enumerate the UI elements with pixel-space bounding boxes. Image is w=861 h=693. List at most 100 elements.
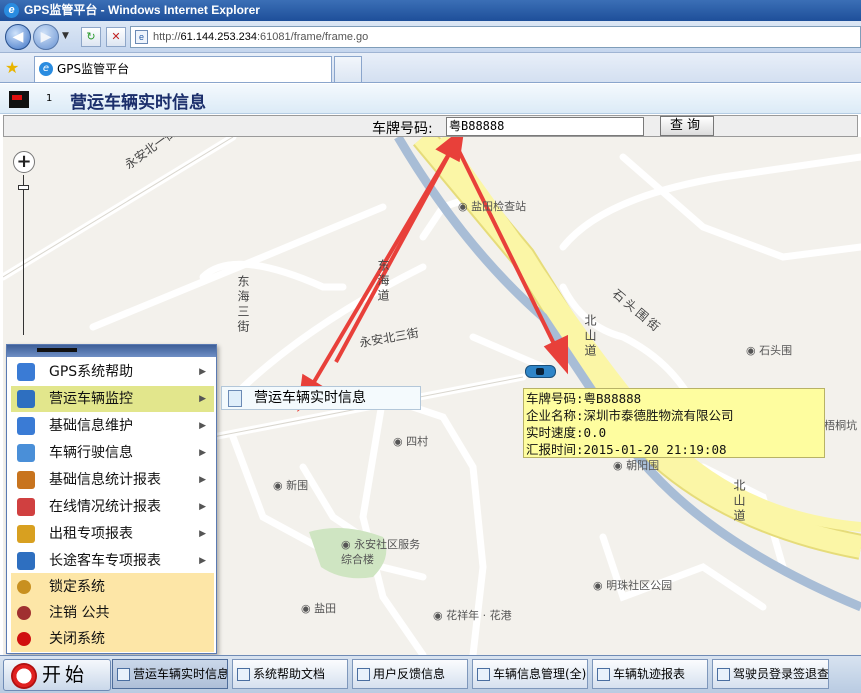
help-icon <box>17 363 35 381</box>
tab-gps-platform[interactable]: e GPS监管平台 <box>34 56 332 82</box>
system-menu-item[interactable]: 关闭系统 <box>11 626 214 652</box>
url-path: :61081/frame/frame.go <box>257 31 369 43</box>
chart-icon <box>17 498 35 516</box>
submenu-arrow-icon: ▶ <box>199 475 206 485</box>
app-logo-icon <box>9 91 29 108</box>
start-logo-icon <box>11 663 37 689</box>
info-plate: 车牌号码:粤B88888 <box>526 391 642 406</box>
box-icon <box>17 471 35 489</box>
vehicle-marker-icon[interactable] <box>525 365 556 378</box>
taskbar-window-button[interactable]: 车辆信息管理(全) <box>472 659 588 689</box>
info-report-time: 汇报时间:2015-01-20 21:19:08 <box>526 442 727 457</box>
window-icon <box>717 668 730 681</box>
start-menu-item-label: 基础信息维护 <box>49 418 133 434</box>
system-menu-item[interactable]: 注销 公共 <box>11 600 214 626</box>
query-button[interactable]: 查询 <box>660 116 714 136</box>
plate-label: 车牌号码: <box>372 121 433 137</box>
map-label-beishandao-2: 北山道 <box>732 479 746 524</box>
submenu-arrow-icon: ▶ <box>199 421 206 431</box>
page-number: 1 <box>46 93 53 104</box>
ie-logo-icon: e <box>4 3 19 18</box>
taskbar-window-button[interactable]: 驾驶员登录签退查 <box>712 659 829 689</box>
map-poi-yantian: ◉ 盐田 <box>301 602 337 615</box>
new-tab-button[interactable] <box>334 56 362 82</box>
taskbar-window-button[interactable]: 车辆轨迹报表 <box>592 659 708 689</box>
start-menu-item[interactable]: 基础信息统计报表 ▶ <box>11 467 214 493</box>
map-poi-yongan-service: ◉ 永安社区服务综合楼 <box>341 538 421 566</box>
monitor-icon <box>17 390 35 408</box>
submenu-arrow-icon: ▶ <box>199 556 206 566</box>
favorites-star-icon[interactable]: ★ <box>5 58 19 77</box>
taskbar-button-label: 车辆轨迹报表 <box>613 667 686 681</box>
map-poi-jianchazhan: ◉ 盐田检查站 <box>458 200 527 213</box>
back-button[interactable]: ◀ <box>5 24 31 50</box>
info-speed: 实时速度:0.0 <box>526 425 607 440</box>
start-menu-item[interactable]: 车辆行驶信息 ▶ <box>11 440 214 466</box>
taskbar-button-label: 驾驶员登录签退查 <box>733 667 829 681</box>
document-icon <box>228 390 242 407</box>
window-icon <box>597 668 610 681</box>
taskbar-button-label: 车辆信息管理(全) <box>493 667 587 681</box>
stop-button[interactable]: ✕ <box>106 27 126 47</box>
system-menu-item-label: 注销 公共 <box>49 605 110 621</box>
key-icon <box>17 606 31 620</box>
ie-tab-icon: e <box>39 62 53 76</box>
tab-bar: ★ e GPS监管平台 <box>0 53 861 83</box>
window-icon <box>117 668 130 681</box>
submenu-item-label: 营运车辆实时信息 <box>254 390 366 406</box>
start-menu-system-section: 锁定系统注销 公共关闭系统 <box>11 573 214 652</box>
url-input[interactable]: e http://61.144.253.234:61081/frame/fram… <box>130 26 861 48</box>
window-title-bar: e GPS监管平台 - Windows Internet Explorer <box>0 0 861 21</box>
submenu-arrow-icon: ▶ <box>199 394 206 404</box>
start-menu-item[interactable]: 营运车辆监控 ▶ <box>11 386 214 412</box>
zoom-in-button[interactable]: + <box>13 151 35 173</box>
taskbar-window-button[interactable]: 系统帮助文档 <box>232 659 348 689</box>
forward-button[interactable]: ▶ <box>33 24 59 50</box>
history-dropdown-icon[interactable]: ▼ <box>62 31 69 41</box>
taskbar-window-button[interactable]: 用户反馈信息 <box>352 659 468 689</box>
window-icon <box>477 668 490 681</box>
zoom-slider-track[interactable] <box>23 175 24 335</box>
system-menu-item[interactable]: 锁定系统 <box>11 574 214 600</box>
start-menu-item-label: 基础信息统计报表 <box>49 472 161 488</box>
window-title: GPS监管平台 - Windows Internet Explorer <box>24 3 260 17</box>
taskbar-button-label: 营运车辆实时信息 <box>133 667 228 681</box>
bus-icon <box>17 552 35 570</box>
map-poi-chaoyangwei: ◉ 朝阳围 <box>613 459 660 472</box>
map-poi-shitouwei: ◉ 石头围 <box>746 344 793 357</box>
map-label-beishandao: 北山道 <box>583 314 597 359</box>
start-menu-item[interactable]: 基础信息维护 ▶ <box>11 413 214 439</box>
zoom-slider-handle[interactable] <box>18 185 29 190</box>
window-icon <box>237 668 250 681</box>
power-icon <box>17 632 31 646</box>
start-menu-item[interactable]: 在线情况统计报表 ▶ <box>11 494 214 520</box>
map-poi-huaxiang: ◉ 花祥年 · 花港 <box>433 609 512 622</box>
plate-number-input[interactable]: 粤B88888 <box>446 117 644 136</box>
page-header: 1 营运车辆实时信息 <box>0 84 861 114</box>
taskbar-window-button[interactable]: 营运车辆实时信息 <box>112 659 228 689</box>
map-poi-mingzhu-park: ◉ 明珠社区公园 <box>593 579 673 592</box>
lock-icon <box>17 580 31 594</box>
submenu-arrow-icon: ▶ <box>199 529 206 539</box>
start-menu-item[interactable]: GPS系统帮助 ▶ <box>11 359 214 385</box>
tab-label: GPS监管平台 <box>57 62 130 76</box>
taxi-icon <box>17 525 35 543</box>
taskbar-button-label: 系统帮助文档 <box>253 667 326 681</box>
start-menu-item-label: 车辆行驶信息 <box>49 445 133 461</box>
address-toolbar: ◀ ▶ ▼ ↻ ✕ e http://61.144.253.234:61081/… <box>0 21 861 53</box>
map-label-donghaidao: 东海道 <box>376 259 390 304</box>
start-button[interactable]: 开始 <box>3 659 111 691</box>
refresh-button[interactable]: ↻ <box>81 27 101 47</box>
vehicle-info-popup: 车牌号码:粤B88888 企业名称:深圳市泰德胜物流有限公司 实时速度:0.0 … <box>523 388 825 458</box>
submenu-realtime-info[interactable]: 营运车辆实时信息 <box>221 386 421 410</box>
taskbar-button-label: 用户反馈信息 <box>373 667 446 681</box>
start-menu-item[interactable]: 出租专项报表 ▶ <box>11 521 214 547</box>
page-icon: e <box>135 30 148 44</box>
submenu-arrow-icon: ▶ <box>199 367 206 377</box>
submenu-arrow-icon: ▶ <box>199 448 206 458</box>
map-label-donghai3: 东海三街 <box>236 275 250 335</box>
start-menu-item-label: 在线情况统计报表 <box>49 499 161 515</box>
start-menu: GPS系统帮助 ▶ 营运车辆监控 ▶ 基础信息维护 ▶ 车辆行驶信息 ▶ 基础信息统计报表 ▶ 在线… <box>6 344 217 654</box>
start-menu-item[interactable]: 长途客车专项报表 ▶ <box>11 548 214 574</box>
maintenance-icon <box>17 417 35 435</box>
